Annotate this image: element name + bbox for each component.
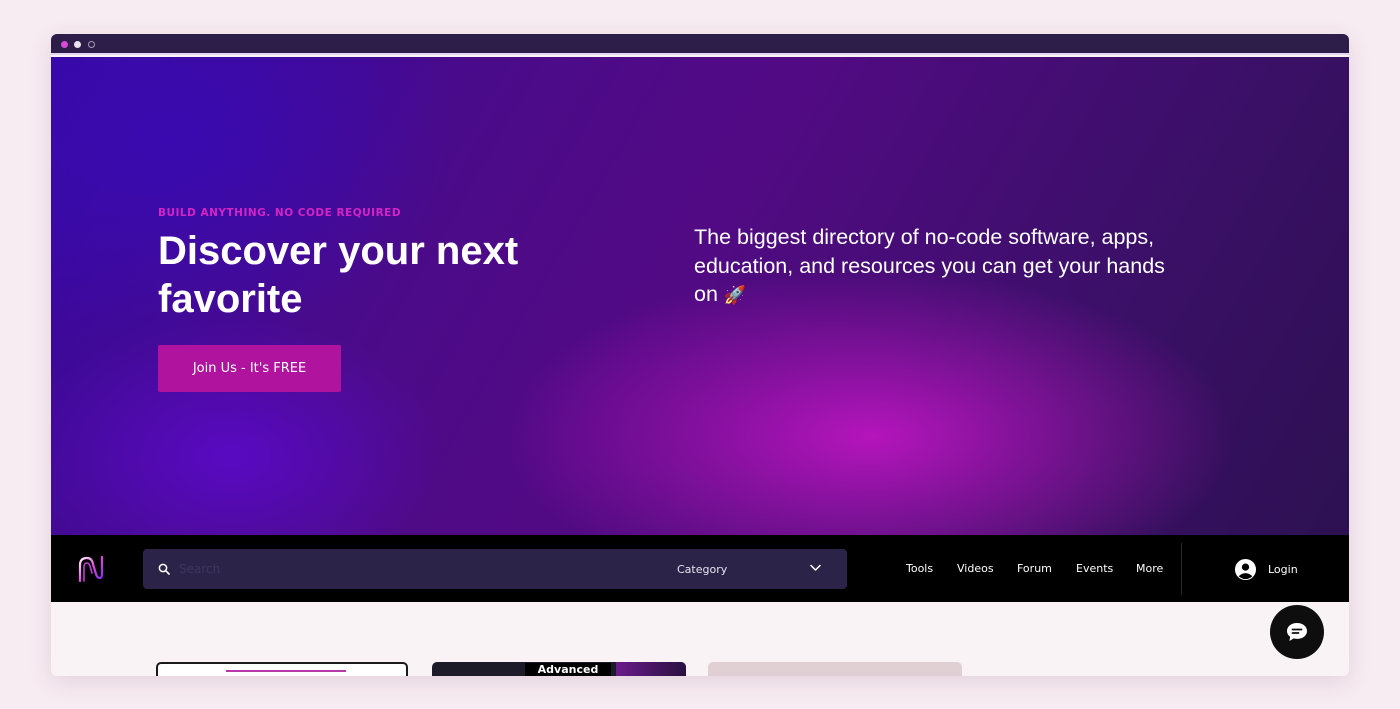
window-minimize-dot[interactable] — [74, 41, 81, 48]
search-icon — [158, 563, 170, 575]
nav-link-tools[interactable]: Tools — [906, 535, 933, 602]
hero-eyebrow: BUILD ANYTHING. NO CODE REQUIRED — [158, 207, 402, 219]
search-bar: Category — [143, 549, 847, 589]
browser-window: BUILD ANYTHING. NO CODE REQUIRED Discove… — [51, 34, 1349, 676]
search-input[interactable] — [179, 555, 659, 583]
chat-bubble-icon — [1287, 623, 1307, 641]
window-close-dot[interactable] — [61, 41, 68, 48]
login-label: Login — [1268, 562, 1298, 576]
content-section: Advanced — [51, 602, 1349, 676]
join-button[interactable]: Join Us - It's FREE — [158, 345, 341, 392]
nav-link-events[interactable]: Events — [1076, 535, 1113, 602]
chevron-down-icon — [810, 564, 821, 571]
user-avatar-icon — [1234, 558, 1257, 580]
chat-button[interactable] — [1270, 605, 1324, 659]
nav-divider — [1181, 543, 1182, 595]
window-titlebar — [51, 34, 1349, 55]
hero-tagline: The biggest directory of no-code softwar… — [694, 223, 1194, 310]
card-level-label: Advanced — [525, 663, 611, 676]
hero-section: BUILD ANYTHING. NO CODE REQUIRED Discove… — [51, 57, 1349, 535]
window-expand-dot[interactable] — [88, 41, 95, 48]
tool-card[interactable]: Advanced — [432, 662, 686, 676]
card-thumbnail — [616, 662, 686, 676]
tool-card[interactable] — [156, 662, 408, 676]
card-accent-bar — [226, 670, 346, 672]
nav-link-more[interactable]: More — [1136, 535, 1163, 602]
main-navbar: Category Tools Videos Forum Events More … — [51, 535, 1349, 602]
logo-icon[interactable] — [76, 555, 106, 583]
tool-card[interactable] — [708, 662, 962, 676]
category-label: Category — [677, 562, 728, 576]
nav-link-videos[interactable]: Videos — [957, 535, 994, 602]
nav-link-forum[interactable]: Forum — [1017, 535, 1052, 602]
category-select[interactable]: Category — [677, 549, 847, 589]
rocket-icon: 🚀 — [723, 285, 747, 305]
login-button[interactable]: Login — [1234, 557, 1298, 581]
hero-headline: Discover your next favorite — [158, 229, 519, 321]
hero-tagline-text: The biggest directory of no-code softwar… — [694, 225, 1165, 306]
